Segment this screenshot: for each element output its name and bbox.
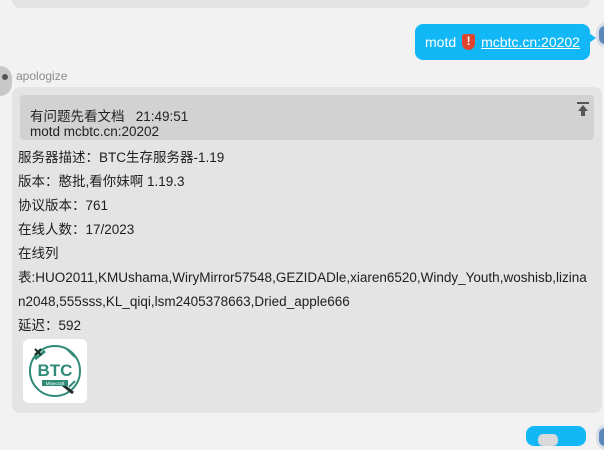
received-message-bubble[interactable]: 有问题先看文档 21:49:51 motd mcbtc.cn:20202 服务器… <box>12 87 602 413</box>
message-body: 服务器描述：BTC生存服务器-1.19 版本：憨批,看你妹啊 1.19.3 协议… <box>18 146 596 338</box>
server-icon-image[interactable]: BTC Minecraft <box>23 339 87 403</box>
protocol-version-line: 协议版本：761 <box>18 198 109 213</box>
exclamation-shield-icon: ! <box>462 34 476 50</box>
quoted-message-header: 有问题先看文档 21:49:51 <box>30 109 189 124</box>
online-list-label-line: 在线列 <box>18 246 59 261</box>
logo-subtext: Minecraft <box>46 381 65 386</box>
online-list-line-2: n2048,555sss,KL_qiqi,lsm2405378663,Dried… <box>18 294 350 309</box>
server-description-line: 服务器描述：BTC生存服务器-1.19 <box>18 150 225 165</box>
sent-message-bubble[interactable]: motd ! mcbtc.cn:20202 <box>415 24 596 60</box>
self-avatar[interactable] <box>596 22 604 48</box>
sent-message-link[interactable]: mcbtc.cn:20202 <box>481 34 580 50</box>
online-count-line: 在线人数：17/2023 <box>18 222 135 237</box>
logo-text: BTC <box>38 361 73 380</box>
quoted-message[interactable]: 有问题先看文档 21:49:51 motd mcbtc.cn:20202 <box>20 95 594 140</box>
pin-top-icon[interactable] <box>575 101 591 117</box>
sender-name: apologize <box>16 69 68 83</box>
btc-logo-icon: BTC Minecraft <box>29 345 81 397</box>
latency-line: 延迟：592 <box>18 318 82 333</box>
sender-avatar[interactable] <box>0 66 12 96</box>
quoted-message-text: motd mcbtc.cn:20202 <box>30 124 160 139</box>
sent-message-prefix: motd <box>425 34 457 50</box>
previous-message-bubble <box>12 0 590 8</box>
self-avatar-bottom[interactable] <box>596 424 604 450</box>
version-line: 版本：憨批,看你妹啊 1.19.3 <box>18 174 185 189</box>
next-sent-message-bubble[interactable] <box>526 426 586 446</box>
online-list-line-1: 表:HUO2011,KMUshama,WiryMirror57548,GEZID… <box>18 270 587 285</box>
